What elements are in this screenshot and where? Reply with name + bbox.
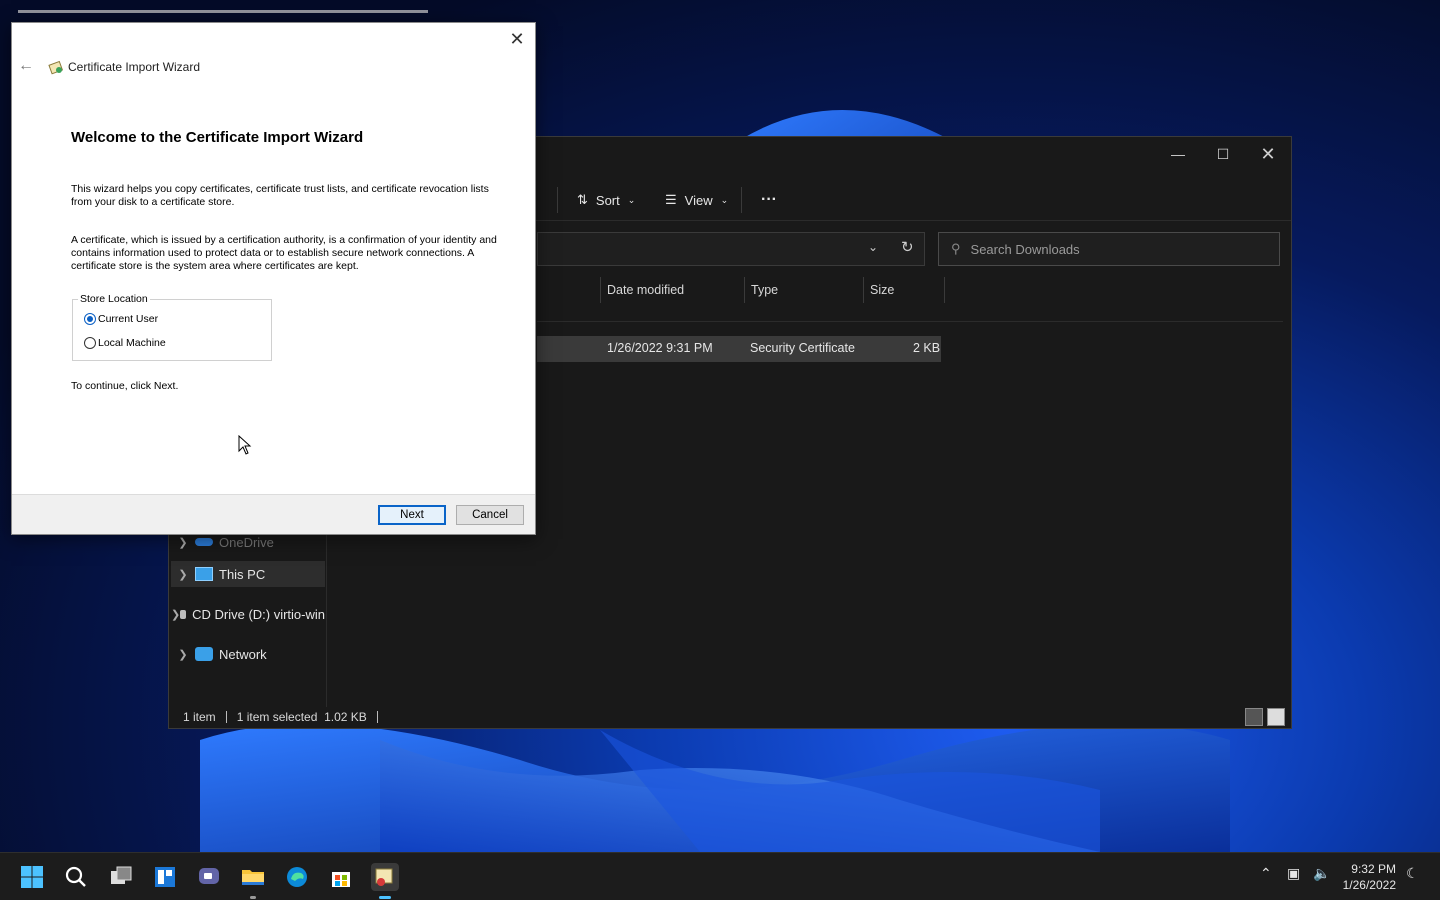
sort-icon: ⇅: [577, 192, 588, 207]
network-icon: [195, 647, 213, 661]
toolbar-separator: [557, 187, 558, 213]
edge-icon[interactable]: [283, 863, 311, 891]
taskbar: ⌃ ▣ 🔈 9:32 PM 1/26/2022 ☾: [0, 852, 1440, 900]
wizard-intro-text: This wizard helps you copy certificates,…: [71, 183, 489, 208]
selection-info: 1 item selected 1.02 KB: [236, 710, 367, 724]
search-icon: ⚲: [951, 241, 961, 256]
nav-item-label: This PC: [219, 566, 266, 582]
address-bar[interactable]: ⌄ ↻: [537, 232, 925, 266]
chevron-down-icon[interactable]: ⌄: [868, 240, 878, 254]
task-view-icon[interactable]: [107, 863, 135, 891]
file-size: 2 KB: [913, 341, 941, 355]
details-view-icon[interactable]: [1245, 708, 1263, 726]
store-icon[interactable]: [327, 863, 355, 891]
maximize-button[interactable]: ☐: [1200, 141, 1246, 167]
close-button[interactable]: ✕: [1245, 141, 1291, 167]
clock-time: 9:32 PM: [1351, 862, 1396, 876]
cd-drive-icon: [180, 609, 187, 619]
monitor-icon: [195, 567, 213, 581]
search-icon[interactable]: [62, 863, 90, 891]
column-header-divider: [944, 277, 954, 303]
continue-instruction: To continue, click Next.: [71, 380, 179, 392]
wizard-close-button[interactable]: ✕: [505, 27, 529, 51]
refresh-icon[interactable]: ↻: [901, 238, 914, 256]
store-location-label: Store Location: [78, 293, 150, 305]
file-type: Security Certificate: [750, 341, 855, 355]
view-label: View: [684, 192, 713, 208]
more-icon: ···: [761, 191, 777, 208]
certificate-wizard-icon[interactable]: [371, 863, 399, 899]
chevron-down-icon: ⌄: [720, 194, 729, 205]
navigation-pane: ❯ OneDrive ❯ This PC ❯ CD Drive (D:) vir…: [169, 527, 327, 707]
search-placeholder: Search Downloads: [970, 241, 1080, 257]
certificate-import-wizard: ✕ ← Certificate Import Wizard Welcome to…: [11, 22, 536, 535]
more-options-button[interactable]: ···: [761, 185, 777, 215]
column-header-size[interactable]: Size: [863, 277, 944, 303]
radio-current-user[interactable]: Current User: [84, 313, 158, 325]
toolbar-separator: [741, 187, 742, 213]
tiles-view-icon[interactable]: [1267, 708, 1285, 726]
item-count: 1 item: [183, 710, 216, 724]
chat-icon[interactable]: [195, 863, 223, 891]
widgets-icon[interactable]: [151, 863, 179, 891]
nav-item-this-pc[interactable]: ❯ This PC: [171, 561, 325, 587]
nav-item-network[interactable]: ❯ Network: [171, 641, 325, 667]
network-status-icon[interactable]: ▣: [1287, 865, 1300, 882]
back-arrow-icon[interactable]: ←: [18, 57, 38, 77]
wizard-window-title: Certificate Import Wizard: [68, 60, 201, 74]
radio-button[interactable]: [84, 337, 96, 349]
column-header-date[interactable]: Date modified: [600, 277, 744, 303]
chevron-right-icon: ❯: [171, 608, 181, 621]
sort-label: Sort: [595, 192, 620, 208]
wizard-description-text: A certificate, which is issued by a cert…: [71, 234, 497, 272]
clock[interactable]: 9:32 PM 1/26/2022: [1343, 861, 1396, 893]
volume-muted-icon[interactable]: 🔈: [1313, 865, 1330, 882]
cancel-button[interactable]: Cancel: [456, 505, 524, 525]
nav-item-cd-drive[interactable]: ❯ CD Drive (D:) virtio-win: [171, 601, 325, 627]
start-icon[interactable]: [18, 863, 46, 891]
mouse-cursor: [238, 434, 252, 460]
nav-item-label: OneDrive: [219, 534, 274, 550]
radio-label: Current User: [98, 313, 159, 325]
status-separator: [225, 711, 227, 723]
nav-item-label: Network: [219, 646, 267, 662]
view-icon: ☰: [665, 192, 677, 207]
file-date: 1/26/2022 9:31 PM: [607, 341, 713, 355]
view-button[interactable]: ☰ View ⌄: [665, 185, 728, 215]
radio-local-machine[interactable]: Local Machine: [84, 337, 166, 349]
search-input[interactable]: ⚲ Search Downloads: [938, 232, 1280, 266]
chevron-down-icon: ⌄: [627, 194, 636, 205]
chevron-right-icon: ❯: [178, 536, 188, 549]
status-separator: [376, 711, 378, 723]
sort-button[interactable]: ⇅ Sort ⌄: [577, 185, 635, 215]
file-explorer-icon[interactable]: [239, 863, 267, 899]
header-divider: [537, 321, 1283, 322]
wizard-footer: Next Cancel: [12, 494, 535, 534]
store-location-group: [72, 299, 272, 361]
nav-item-label: CD Drive (D:) virtio-win: [192, 606, 325, 622]
certificate-icon: [48, 59, 64, 75]
status-bar: 1 item 1 item selected 1.02 KB: [183, 710, 378, 724]
view-toggle: [1245, 708, 1285, 726]
show-hidden-icons-icon[interactable]: ⌃: [1260, 865, 1272, 882]
clock-date: 1/26/2022: [1342, 878, 1396, 892]
minimize-button[interactable]: —: [1155, 141, 1201, 167]
next-button[interactable]: Next: [378, 505, 446, 525]
background-window-edge: [18, 10, 428, 22]
file-row[interactable]: 1/26/2022 9:31 PM Security Certificate 2…: [537, 336, 941, 362]
column-header-type[interactable]: Type: [744, 277, 863, 303]
wizard-heading: Welcome to the Certificate Import Wizard: [71, 129, 364, 146]
cloud-icon: [195, 538, 213, 546]
radio-button-selected[interactable]: [84, 313, 96, 325]
focus-assist-icon[interactable]: ☾: [1406, 865, 1419, 882]
chevron-right-icon: ❯: [178, 568, 188, 581]
radio-label: Local Machine: [98, 337, 166, 349]
chevron-right-icon: ❯: [178, 648, 188, 661]
